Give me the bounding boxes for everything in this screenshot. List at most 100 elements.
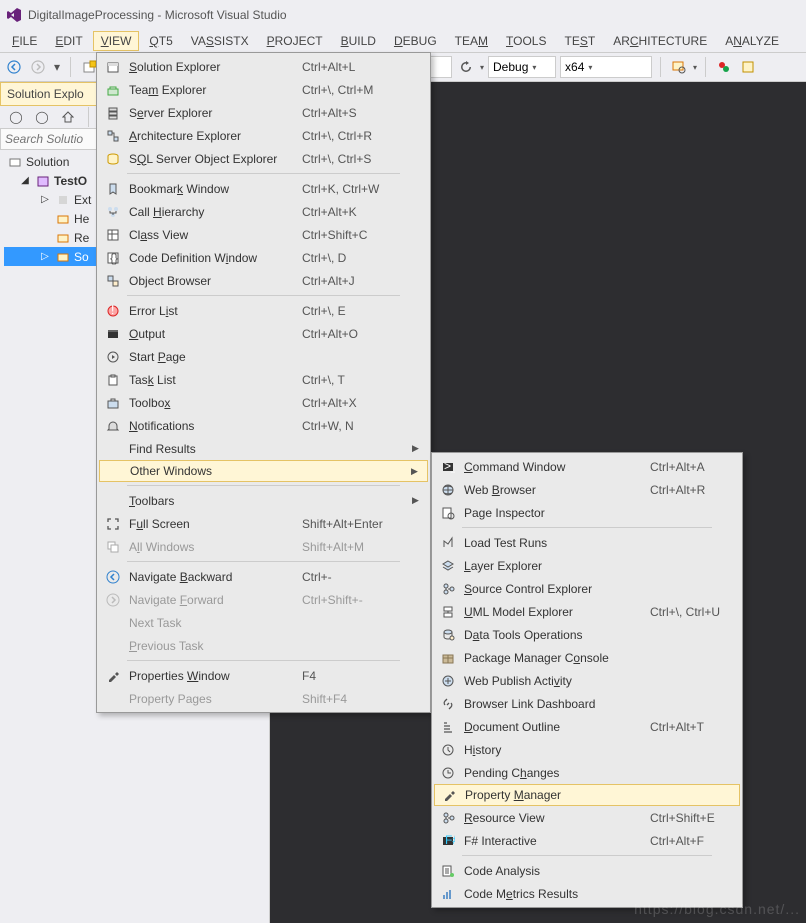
watermark-text: https://blog.csdn.net/...	[634, 901, 800, 917]
menu-separator	[127, 173, 400, 174]
menu-item[interactable]: History	[434, 738, 740, 761]
nav-fwd-button[interactable]	[28, 57, 48, 77]
menu-item-shortcut: Ctrl+\, Ctrl+R	[302, 129, 412, 143]
chevron-down-icon[interactable]: ▾	[480, 63, 484, 72]
menu-item[interactable]: Start Page	[99, 345, 428, 368]
menu-item[interactable]: Find Results▶	[99, 437, 428, 460]
menubar-item[interactable]: FILE	[4, 31, 45, 51]
submenu-arrow-icon: ▶	[412, 495, 428, 506]
notifications-icon	[99, 419, 127, 433]
menu-item[interactable]: F#F# InteractiveCtrl+Alt+F	[434, 829, 740, 852]
home-icon[interactable]	[58, 107, 78, 127]
package-manager-icon	[434, 651, 462, 665]
menubar-item[interactable]: TOOLS	[498, 31, 554, 51]
menubar-item[interactable]: ANALYZE	[717, 31, 787, 51]
menu-item[interactable]: Object BrowserCtrl+Alt+J	[99, 269, 428, 292]
menu-item-label: F# Interactive	[462, 834, 650, 848]
menu-item[interactable]: Task ListCtrl+\, T	[99, 368, 428, 391]
menu-item-label: Property Pages	[127, 692, 302, 706]
history-icon	[434, 743, 462, 757]
menu-item[interactable]: Solution ExplorerCtrl+Alt+L	[99, 55, 428, 78]
menu-item[interactable]: Source Control Explorer	[434, 577, 740, 600]
menu-item[interactable]: Layer Explorer	[434, 554, 740, 577]
menu-item-label: Command Window	[462, 460, 650, 474]
find-button[interactable]	[669, 57, 689, 77]
menubar-item[interactable]: VASSISTX	[183, 31, 257, 51]
nav-back-button[interactable]	[4, 57, 24, 77]
menu-item[interactable]: Server ExplorerCtrl+Alt+S	[99, 101, 428, 124]
menu-item[interactable]: Web Publish Activity	[434, 669, 740, 692]
menu-item[interactable]: UML Model ExplorerCtrl+\, Ctrl+U	[434, 600, 740, 623]
menu-item[interactable]: OutputCtrl+Alt+O	[99, 322, 428, 345]
tree-label: So	[74, 250, 89, 264]
menu-item[interactable]: !Error ListCtrl+\, E	[99, 299, 428, 322]
output-icon	[99, 327, 127, 341]
menu-item[interactable]: Property Manager	[434, 784, 740, 806]
menu-item[interactable]: Document OutlineCtrl+Alt+T	[434, 715, 740, 738]
resource-view-icon	[434, 811, 462, 825]
menu-item[interactable]: Pending Changes	[434, 761, 740, 784]
menu-item[interactable]: Code Analysis	[434, 859, 740, 882]
dropdown-icon[interactable]: ▾	[52, 57, 62, 77]
menubar-item[interactable]: EDIT	[47, 31, 90, 51]
refresh-icon[interactable]	[456, 57, 476, 77]
property-manager-icon	[435, 788, 463, 802]
menu-item[interactable]: Page Inspector	[434, 501, 740, 524]
menubar-item[interactable]: BUILD	[333, 31, 384, 51]
toolbar-separator	[660, 57, 661, 77]
svg-text:!: !	[111, 304, 114, 317]
menu-item[interactable]: Resource ViewCtrl+Shift+E	[434, 806, 740, 829]
menubar-item[interactable]: PROJECT	[259, 31, 331, 51]
menu-item-shortcut: Ctrl+\, T	[302, 373, 412, 387]
tool-icon-2[interactable]	[738, 57, 758, 77]
menu-item[interactable]: Full ScreenShift+Alt+Enter	[99, 512, 428, 535]
expand-icon[interactable]: ▷	[38, 250, 52, 264]
platform-combo[interactable]: x64▾	[560, 56, 652, 78]
nav-fwd-icon	[99, 593, 127, 607]
menu-item[interactable]: Team ExplorerCtrl+\, Ctrl+M	[99, 78, 428, 101]
menu-item-label: SQL Server Object Explorer	[127, 152, 302, 166]
menu-item-label: Find Results	[127, 442, 302, 456]
chevron-down-icon[interactable]: ▾	[693, 63, 697, 72]
menubar-item[interactable]: DEBUG	[386, 31, 445, 51]
menu-item[interactable]: Properties WindowF4	[99, 664, 428, 687]
menu-item-shortcut: Ctrl+K, Ctrl+W	[302, 182, 412, 196]
menu-item[interactable]: Class ViewCtrl+Shift+C	[99, 223, 428, 246]
team-explorer-icon	[99, 83, 127, 97]
menubar-item[interactable]: VIEW	[93, 31, 140, 51]
menu-item[interactable]: Package Manager Console	[434, 646, 740, 669]
menu-item-label: Package Manager Console	[462, 651, 650, 665]
config-combo[interactable]: Debug▾	[488, 56, 556, 78]
menu-item[interactable]: Architecture ExplorerCtrl+\, Ctrl+R	[99, 124, 428, 147]
menu-item[interactable]: NotificationsCtrl+W, N	[99, 414, 428, 437]
menu-item[interactable]: Load Test Runs	[434, 531, 740, 554]
menubar-item[interactable]: TEAM	[447, 31, 496, 51]
menu-item[interactable]: >_Command WindowCtrl+Alt+A	[434, 455, 740, 478]
menu-item[interactable]: Other Windows▶	[99, 460, 428, 482]
menu-item-label: Toolbox	[127, 396, 302, 410]
menu-item-label: Class View	[127, 228, 302, 242]
menu-item[interactable]: {}Code Definition WindowCtrl+\, D	[99, 246, 428, 269]
fwd-icon[interactable]: ◯	[32, 107, 52, 127]
menu-item[interactable]: Bookmark WindowCtrl+K, Ctrl+W	[99, 177, 428, 200]
menu-item-label: Load Test Runs	[462, 536, 650, 550]
menu-item-shortcut: Ctrl+Alt+T	[650, 720, 740, 734]
full-screen-icon	[99, 517, 127, 531]
menu-item[interactable]: ToolboxCtrl+Alt+X	[99, 391, 428, 414]
expand-icon[interactable]: ◢	[18, 174, 32, 188]
menu-item[interactable]: SQL Server Object ExplorerCtrl+\, Ctrl+S	[99, 147, 428, 170]
menu-item-label: Data Tools Operations	[462, 628, 650, 642]
menu-item[interactable]: Navigate BackwardCtrl+-	[99, 565, 428, 588]
menubar-item[interactable]: ARCHITECTURE	[605, 31, 715, 51]
menu-item[interactable]: Toolbars▶	[99, 489, 428, 512]
menu-item[interactable]: Data Tools Operations	[434, 623, 740, 646]
back-icon[interactable]: ◯	[6, 107, 26, 127]
menu-item[interactable]: Call HierarchyCtrl+Alt+K	[99, 200, 428, 223]
menu-item[interactable]: Web BrowserCtrl+Alt+R	[434, 478, 740, 501]
menu-item[interactable]: Browser Link Dashboard	[434, 692, 740, 715]
menubar-item[interactable]: QT5	[141, 31, 180, 51]
menubar-item[interactable]: TEST	[556, 31, 603, 51]
other-windows-submenu: >_Command WindowCtrl+Alt+AWeb BrowserCtr…	[431, 452, 743, 908]
expand-icon[interactable]: ▷	[38, 193, 52, 207]
tool-icon-1[interactable]	[714, 57, 734, 77]
